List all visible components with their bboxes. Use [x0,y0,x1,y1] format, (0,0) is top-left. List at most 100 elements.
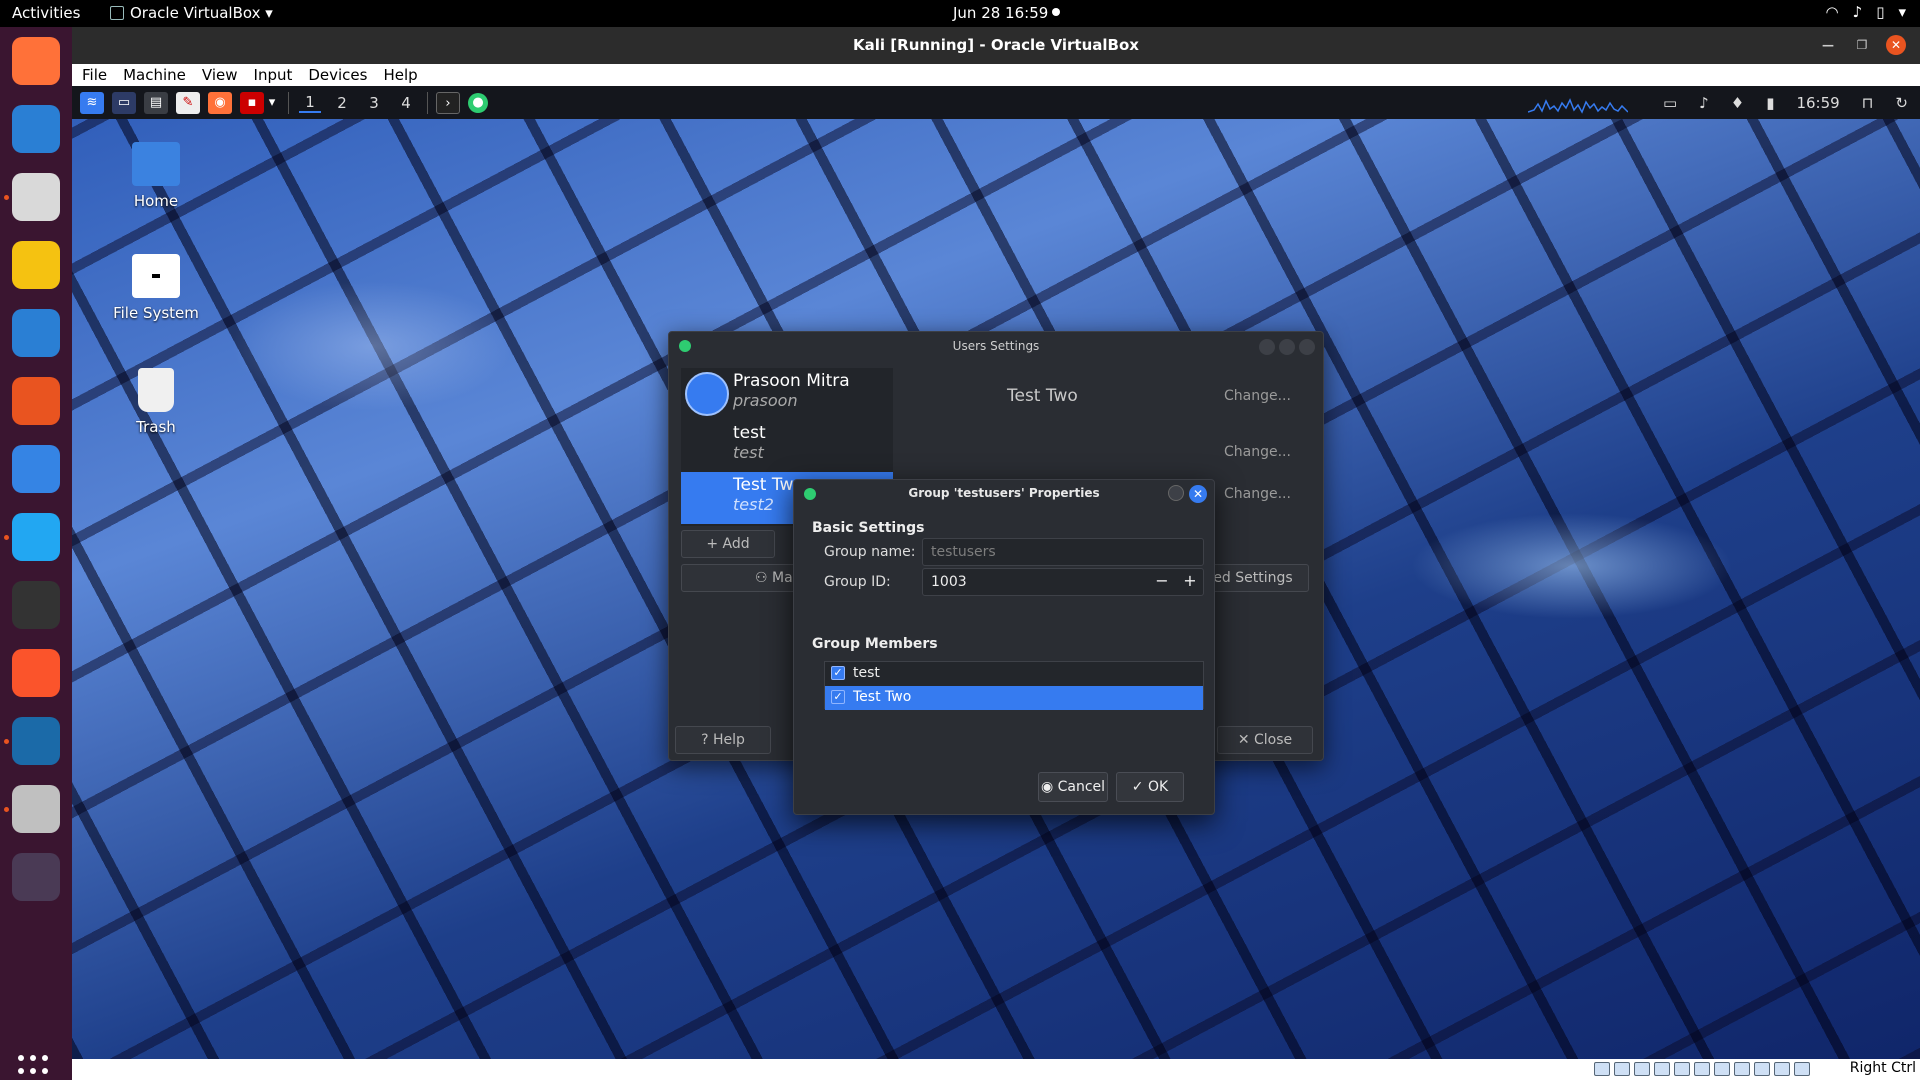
panel-separator [427,91,428,114]
member-checkbox[interactable]: ✓ [831,690,845,704]
terminal-task-icon[interactable]: › [436,91,460,114]
thunderbird-icon[interactable] [12,105,60,153]
users-settings-task-icon[interactable]: ● [468,92,488,113]
help-icon[interactable] [12,445,60,493]
terminal-root-icon[interactable]: ▪ [240,91,264,114]
menu-devices[interactable]: Devices [308,64,367,86]
show-applications-button[interactable] [18,1055,54,1080]
help-button[interactable]: ? Help [675,726,771,754]
keyboard-icon[interactable] [1794,1062,1810,1076]
menu-view[interactable]: View [202,64,238,86]
desktop-icon-label: File System [113,304,199,322]
lock-icon[interactable]: ⊓ [1862,94,1874,112]
file-manager-icon[interactable]: ▤ [144,91,168,114]
workspace-1[interactable]: 1 [299,93,321,113]
menu-machine[interactable]: Machine [123,64,186,86]
desktop-icon-file-system[interactable]: File System [101,254,211,322]
desktop-icon-trash[interactable]: Trash [101,368,211,436]
usb-icon[interactable] [1674,1062,1690,1076]
launcher-dropdown-icon[interactable]: ▾ [266,92,278,114]
member-row-test[interactable]: ✓ test [825,662,1203,686]
desktop-icon-home[interactable]: Home [101,142,211,210]
shared-folders-icon[interactable] [1694,1062,1710,1076]
group-id-decrement-button[interactable]: − [1148,568,1176,596]
show-desktop-icon[interactable]: ▭ [112,91,136,114]
rhythmbox-icon[interactable] [12,241,60,289]
vbox-titlebar: Kali [Running] - Oracle VirtualBox — ❐ ✕ [72,27,1920,64]
users-maximize-button[interactable] [1279,339,1295,355]
group-dialog-minimize-button[interactable] [1168,485,1184,501]
recording-icon[interactable] [1734,1062,1750,1076]
hard-disk-icon[interactable] [1594,1062,1610,1076]
minimize-button[interactable]: — [1818,35,1838,55]
change-account-type-button[interactable]: Change... [1224,444,1291,460]
text-editor-icon[interactable]: ✎ [176,91,200,114]
activities-button[interactable]: Activities [12,4,80,22]
app-menu-label: Oracle VirtualBox ▾ [130,4,273,22]
help-button-label: Help [712,732,745,748]
notifications-icon[interactable]: ♦ [1731,94,1744,112]
app-menu[interactable]: Oracle VirtualBox ▾ [110,4,273,22]
cpu-icon[interactable] [1754,1062,1770,1076]
group-name-input[interactable] [922,538,1204,566]
restore-button[interactable]: ❐ [1852,35,1872,55]
group-icon: ⚇ [754,570,772,586]
add-user-button-label: Add [722,536,750,552]
virtualbox-icon[interactable] [12,717,60,765]
mouse-integration-icon[interactable] [1774,1062,1790,1076]
software-center-icon[interactable] [12,377,60,425]
workspace-4[interactable]: 4 [395,94,417,112]
group-name-label: Group name: [824,544,916,560]
user-row-prasoon[interactable]: Prasoon Mitra prasoon [681,368,893,420]
ok-button[interactable]: ✓ OK [1116,772,1184,802]
group-id-increment-button[interactable]: + [1176,568,1204,596]
kali-menu-icon[interactable]: ≋ [80,91,104,114]
audio-icon[interactable] [1634,1062,1650,1076]
top-clock[interactable]: Jun 28 16:59 [953,4,1048,22]
files-icon[interactable] [12,173,60,221]
optical-drive-icon[interactable] [1614,1062,1630,1076]
kali-panel-tray: ▭ ♪ ♦ ▮ 16:59 ⊓ ↻ [1663,86,1908,119]
image-viewer-icon[interactable] [12,785,60,833]
change-password-button[interactable]: Change... [1224,486,1291,502]
firefox-icon[interactable] [12,37,60,85]
virtualbox-vm-icon[interactable] [12,853,60,901]
user-row-test[interactable]: test test [681,420,893,472]
cancel-button[interactable]: ◉ Cancel [1038,772,1108,802]
battery-icon[interactable]: ▮ [1766,94,1774,112]
member-row-test-two[interactable]: ✓ Test Two [825,686,1203,710]
display-icon[interactable]: ▭ [1663,94,1677,112]
window-close-button[interactable]: ✕ [1886,35,1906,55]
system-tray[interactable]: ◠ ♪ ▯ ▾ [1826,3,1906,21]
gnome-top-bar: Activities Oracle VirtualBox ▾ Jun 28 16… [0,0,1920,27]
member-name: Test Two [853,689,912,705]
menu-help[interactable]: Help [383,64,417,86]
ok-button-label: OK [1147,779,1169,795]
network-icon[interactable] [1654,1062,1670,1076]
kali-clock[interactable]: 16:59 [1796,94,1839,112]
menu-file[interactable]: File [82,64,107,86]
brave-icon[interactable] [12,649,60,697]
group-app-icon [804,488,816,500]
group-id-label: Group ID: [824,574,891,590]
guest-screen[interactable]: ≋ ▭ ▤ ✎ ◉ ▪ ▾ 1 2 3 4 › ● ▭ ♪ ♦ ▮ 16:59 [72,86,1920,1059]
notification-dot [1052,8,1060,16]
volume-icon[interactable]: ♪ [1699,94,1709,112]
member-checkbox[interactable]: ✓ [831,666,845,680]
home-folder-icon [132,142,180,186]
vscode-icon[interactable] [12,513,60,561]
firefox-icon[interactable]: ◉ [208,91,232,114]
users-minimize-button[interactable] [1259,339,1275,355]
workspace-3[interactable]: 3 [363,94,385,112]
change-name-button[interactable]: Change... [1224,388,1291,404]
display-icon[interactable] [1714,1062,1730,1076]
terminal-icon[interactable] [12,581,60,629]
workspace-2[interactable]: 2 [331,94,353,112]
logout-icon[interactable]: ↻ [1895,94,1908,112]
add-user-button[interactable]: + Add [681,530,775,558]
libreoffice-writer-icon[interactable] [12,309,60,357]
group-dialog-close-button[interactable]: ✕ [1189,485,1207,503]
close-button[interactable]: ✕ Close [1217,726,1313,754]
menu-input[interactable]: Input [254,64,293,86]
users-close-button[interactable] [1299,339,1315,355]
